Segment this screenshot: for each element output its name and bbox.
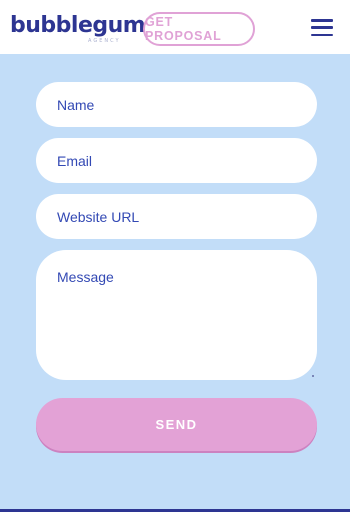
send-button[interactable]: SEND	[36, 398, 317, 451]
menu-bar	[311, 19, 333, 22]
brand-logo[interactable]: bubblegum	[10, 14, 146, 38]
resize-handle-icon[interactable]	[312, 375, 314, 377]
email-placeholder: Email	[57, 152, 93, 169]
message-textarea[interactable]: Message	[36, 250, 317, 380]
name-field[interactable]: Name	[36, 82, 317, 127]
hamburger-menu-icon[interactable]	[311, 19, 333, 36]
menu-bar	[311, 26, 333, 29]
name-placeholder: Name	[57, 96, 95, 113]
brand-logo-subtitle: AGENCY	[88, 38, 121, 44]
menu-bar	[311, 33, 333, 36]
website-url-field[interactable]: Website URL	[36, 194, 317, 239]
website-url-placeholder: Website URL	[57, 208, 140, 225]
get-proposal-button[interactable]: GET PROPOSAL	[143, 12, 255, 46]
site-header: bubblegum AGENCY GET PROPOSAL	[0, 0, 350, 54]
message-placeholder: Message	[57, 269, 114, 285]
email-field[interactable]: Email	[36, 138, 317, 183]
